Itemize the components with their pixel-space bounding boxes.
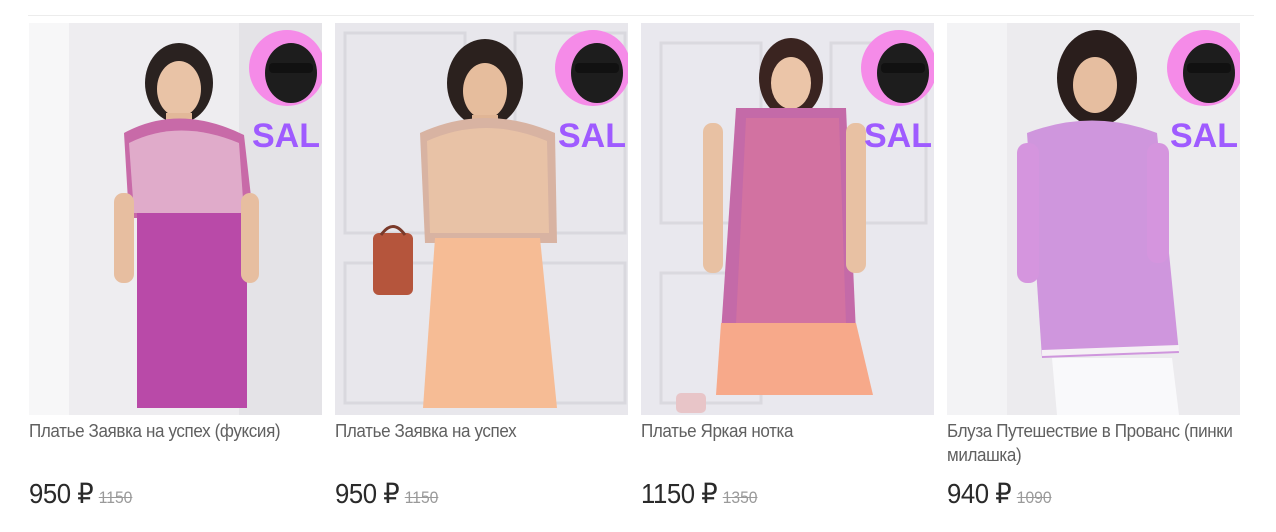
product-title[interactable]: Платье Заявка на успех: [335, 419, 628, 467]
price-row: 1150 ₽ 1350: [641, 477, 911, 510]
product-card[interactable]: SALE Платье Яркая нотка 1150 ₽ 1350: [641, 23, 934, 510]
product-card[interactable]: SALE Блуза Путешествие в Прованс (пинки …: [947, 23, 1240, 510]
product-grid: SALE Платье Заявка на успех (фуксия) 950…: [29, 23, 1240, 510]
product-price: 1150 ₽: [641, 478, 718, 509]
product-image[interactable]: SALE: [335, 23, 628, 415]
product-title[interactable]: Блуза Путешествие в Прованс (пинки милаш…: [947, 419, 1240, 467]
product-card[interactable]: SALE Платье Заявка на успех (фуксия) 950…: [29, 23, 322, 510]
price-row: 950 ₽ 1150: [29, 477, 299, 510]
product-image[interactable]: SALE: [947, 23, 1240, 415]
sale-badge-text: SALE: [864, 117, 934, 155]
product-price: 950 ₽: [29, 478, 94, 509]
sale-badge-text: SALE: [558, 117, 628, 155]
product-old-price: 1090: [1016, 488, 1052, 507]
product-image[interactable]: SALE: [641, 23, 934, 415]
price-row: 940 ₽ 1090: [947, 477, 1217, 510]
price-row: 950 ₽ 1150: [335, 477, 605, 510]
product-title[interactable]: Платье Яркая нотка: [641, 419, 934, 467]
product-image[interactable]: SALE: [29, 23, 322, 415]
product-price: 950 ₽: [335, 478, 400, 509]
top-divider: [28, 15, 1254, 16]
sale-badge-text: SALE: [252, 117, 322, 155]
product-card[interactable]: SALE Платье Заявка на успех 950 ₽ 1150: [335, 23, 628, 510]
product-old-price: 1150: [98, 488, 133, 507]
product-old-price: 1350: [722, 488, 758, 507]
product-old-price: 1150: [404, 488, 439, 507]
product-title[interactable]: Платье Заявка на успех (фуксия): [29, 419, 322, 467]
product-price: 940 ₽: [947, 478, 1012, 509]
sale-badge-text: SALE: [1170, 117, 1240, 155]
